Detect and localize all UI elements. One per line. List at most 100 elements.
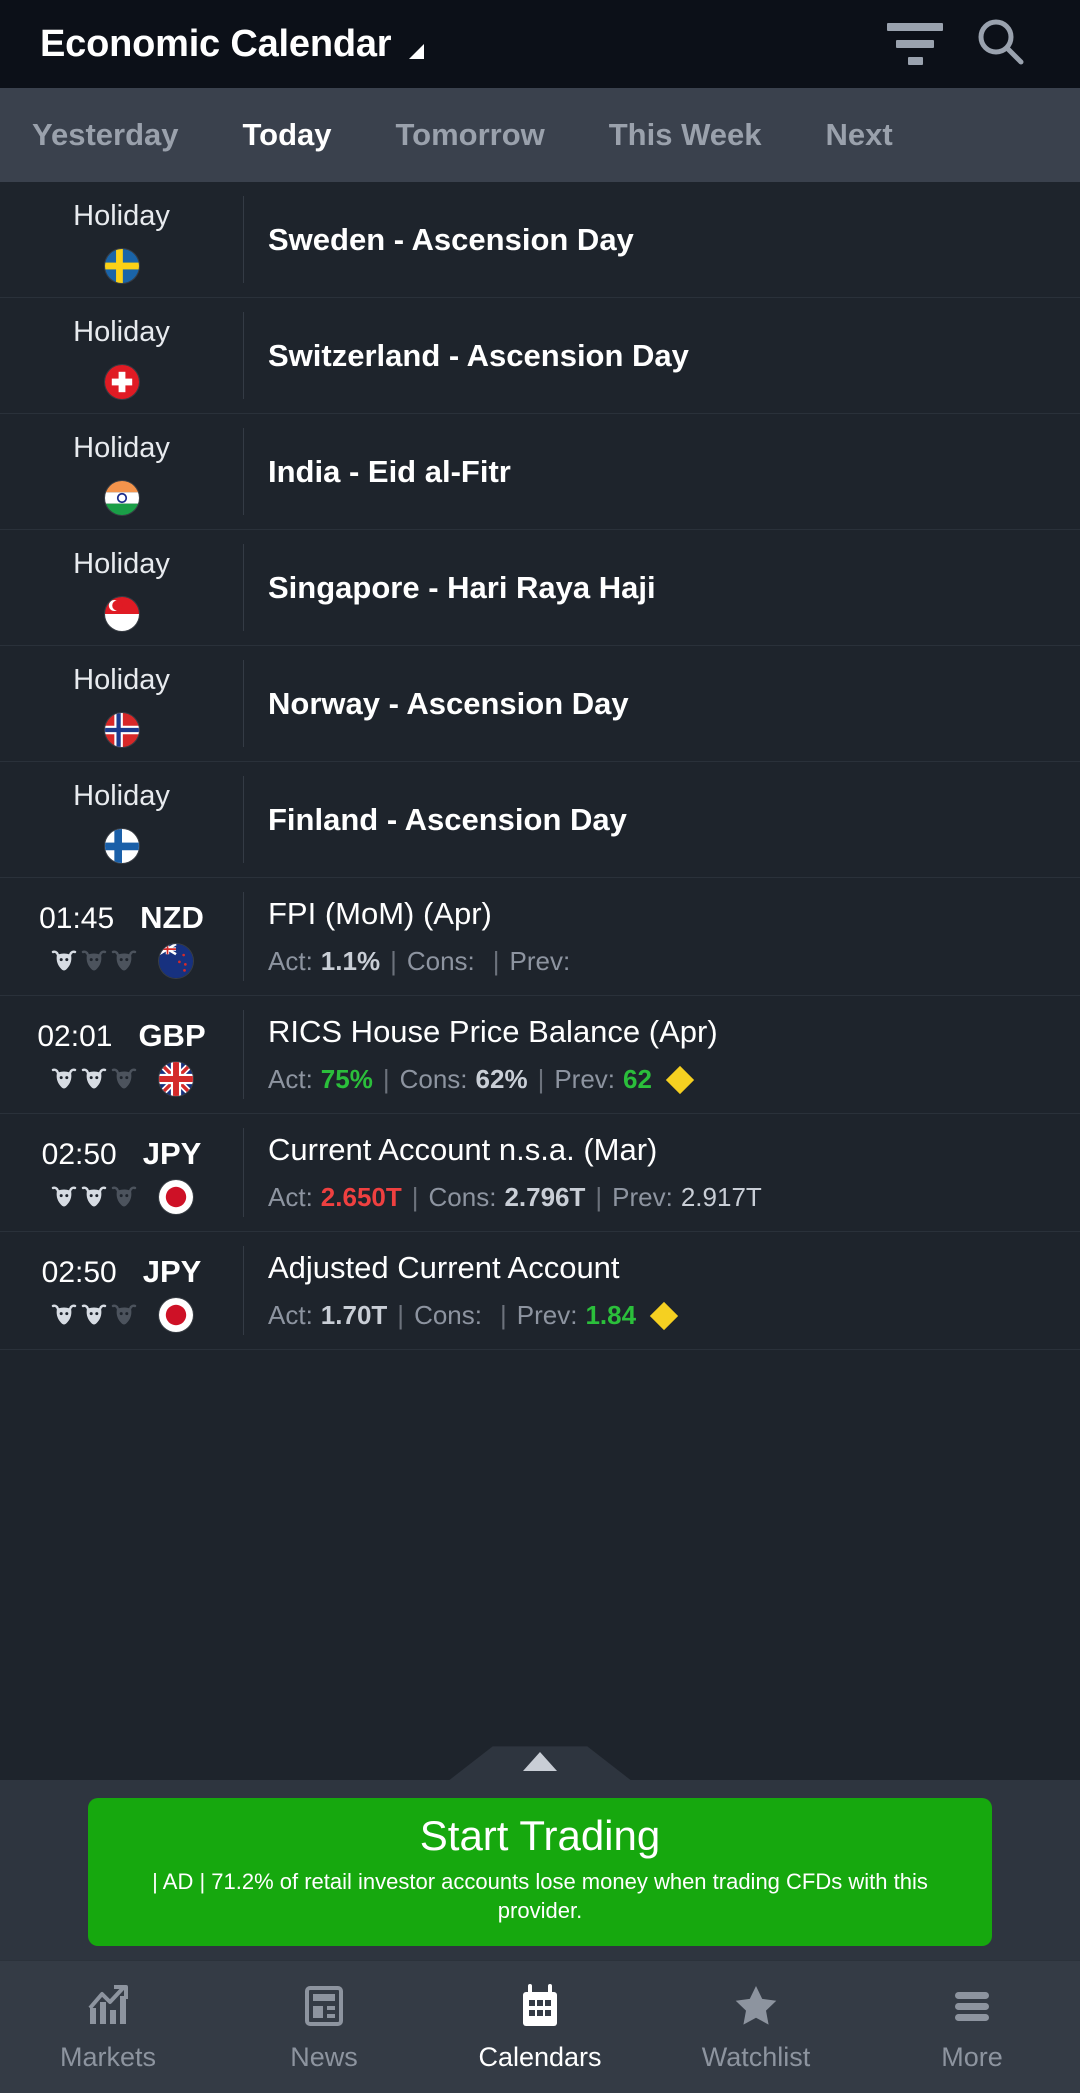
value-separator: | [397, 1300, 405, 1330]
revision-diamond-icon [665, 1065, 695, 1094]
news-icon [300, 1982, 348, 2030]
tab-this-week[interactable]: This Week [577, 117, 794, 153]
holiday-row[interactable]: Holiday India - Eid al-Fitr [0, 414, 1080, 530]
row-right: Switzerland - Ascension Day [244, 298, 1080, 413]
holiday-name: Sweden - Ascension Day [268, 221, 634, 257]
search-icon [975, 16, 1027, 73]
event-currency: GBP [138, 1017, 206, 1053]
consensus-label: Cons: [406, 946, 475, 976]
holiday-row[interactable]: Holiday Norway - Ascension Day [0, 646, 1080, 762]
nav-item-markets[interactable]: Markets [0, 1982, 216, 2073]
triangle-down-icon[interactable] [409, 43, 425, 59]
nav-item-news[interactable]: News [216, 1982, 432, 2073]
date-tab-bar[interactable]: Yesterday Today Tomorrow This Week Next [0, 88, 1080, 182]
nav-item-more[interactable]: More [864, 1982, 1080, 2073]
event-values: Act: 1.70T | Cons: | Prev: 1.84 [268, 1300, 1060, 1331]
consensus-label: Cons: [399, 1064, 468, 1094]
bull-volatility-icon [51, 1068, 76, 1088]
volatility-and-flag [0, 943, 243, 978]
holiday-label: Holiday [73, 432, 170, 464]
previous-value: 62 [623, 1064, 652, 1094]
holiday-name: Norway - Ascension Day [268, 685, 629, 721]
previous-value: 1.84 [585, 1300, 637, 1330]
nav-item-label: Calendars [478, 2041, 602, 2072]
time-currency: 02:50 JPY [0, 1254, 243, 1290]
holiday-label: Holiday [73, 548, 170, 580]
consensus-label: Cons: [428, 1182, 497, 1212]
volatility-rating [51, 1186, 137, 1208]
flag-wrap [0, 597, 243, 631]
india-flag-icon [104, 481, 139, 515]
bull-volatility-icon [111, 1304, 136, 1324]
actual-label: Act: [268, 1064, 313, 1094]
holiday-row[interactable]: Holiday Sweden - Ascension Day [0, 182, 1080, 298]
newzealand-flag-icon [158, 943, 193, 978]
event-row[interactable]: 02:50 JPY Adjusted Current Account Act: 1.70… [0, 1232, 1080, 1350]
tab-next-week[interactable]: Next [794, 117, 925, 153]
event-row[interactable]: 02:50 JPY Current Account n.s.a. (Mar) Act:… [0, 1114, 1080, 1232]
consensus-value: 2.796T [504, 1182, 586, 1212]
holiday-row[interactable]: Holiday Singapore - Hari Raya Haji [0, 530, 1080, 646]
actual-label: Act: [268, 1182, 313, 1212]
bottom-navigation[interactable]: Markets News Calendars Watchlist More [0, 1960, 1080, 2093]
row-left: Holiday [0, 530, 243, 645]
row-right: FPI (MoM) (Apr) Act: 1.1% | Cons: | Prev: [244, 878, 1080, 995]
event-name: Current Account n.s.a. (Mar) [268, 1132, 658, 1167]
ad-banner[interactable]: Start Trading | AD | 71.2% of retail inv… [88, 1798, 992, 1946]
holiday-row[interactable]: Holiday Finland - Ascension Day [0, 762, 1080, 878]
page-title: Economic Calendar [40, 22, 392, 65]
filter-icon [887, 23, 943, 65]
previous-label: Prev: [509, 946, 571, 976]
value-separator: | [411, 1182, 419, 1212]
row-left: 02:50 JPY [0, 1114, 243, 1231]
row-right: Current Account n.s.a. (Mar) Act: 2.650T | C… [244, 1114, 1080, 1231]
app-screen: Economic Calendar Yesterday Today Tomorr… [0, 0, 1080, 2093]
row-right: Sweden - Ascension Day [244, 182, 1080, 297]
nav-item-calendars[interactable]: Calendars [432, 1982, 648, 2073]
bull-volatility-icon [81, 950, 106, 970]
row-right: Singapore - Hari Raya Haji [244, 530, 1080, 645]
nav-item-watchlist[interactable]: Watchlist [648, 1982, 864, 2073]
value-separator: | [537, 1064, 545, 1094]
economic-calendar-list[interactable]: Holiday Sweden - Ascension Day Holiday Swit… [0, 182, 1080, 1781]
bull-volatility-icon [81, 1304, 106, 1324]
event-values: Act: 2.650T | Cons: 2.796T | Prev: 2.917T [268, 1182, 1060, 1213]
row-left: 02:50 JPY [0, 1232, 243, 1349]
previous-value: 2.917T [680, 1182, 762, 1212]
holiday-row[interactable]: Holiday Switzerland - Ascension Day [0, 298, 1080, 414]
volatility-and-flag [0, 1297, 243, 1332]
search-button[interactable] [958, 1, 1044, 87]
event-row[interactable]: 02:01 GBP RICS House Price Balance (Apr) Ac… [0, 996, 1080, 1114]
holiday-name: Singapore - Hari Raya Haji [268, 569, 656, 605]
event-currency: JPY [142, 1135, 202, 1171]
actual-label: Act: [268, 946, 313, 976]
tab-yesterday[interactable]: Yesterday [0, 117, 211, 153]
event-values: Act: 75% | Cons: 62% | Prev: 62 [268, 1064, 1060, 1095]
nav-item-label: Watchlist [701, 2041, 811, 2072]
bull-volatility-icon [111, 1068, 136, 1088]
event-name: FPI (MoM) (Apr) [268, 896, 492, 931]
event-currency: JPY [142, 1253, 202, 1289]
ad-disclaimer: | AD | 71.2% of retail investor accounts… [152, 1868, 928, 1924]
calendar-icon [516, 1982, 564, 2030]
value-separator: | [492, 946, 500, 976]
consensus-value: 62% [475, 1064, 528, 1094]
time-currency: 01:45 NZD [0, 900, 243, 936]
bull-volatility-icon [111, 1186, 136, 1206]
sweden-flag-icon [104, 249, 139, 283]
value-separator: | [595, 1182, 603, 1212]
tab-today[interactable]: Today [211, 117, 364, 153]
event-row[interactable]: 01:45 NZD FPI (MoM) (Apr) Act: 1.1% | Cons: | Pr… [0, 878, 1080, 996]
tab-tomorrow[interactable]: Tomorrow [364, 117, 577, 153]
previous-label: Prev: [554, 1064, 616, 1094]
filter-button[interactable] [872, 1, 958, 87]
bull-volatility-icon [51, 1304, 76, 1324]
nav-item-label: More [941, 2041, 1003, 2072]
flag-wrap [0, 713, 243, 747]
row-right: Adjusted Current Account Act: 1.70T | Cons: |… [244, 1232, 1080, 1349]
bull-volatility-icon [81, 1186, 106, 1206]
value-separator: | [382, 1064, 390, 1094]
bull-volatility-icon [81, 1068, 106, 1088]
previous-label: Prev: [612, 1182, 673, 1212]
volatility-rating [51, 950, 137, 972]
